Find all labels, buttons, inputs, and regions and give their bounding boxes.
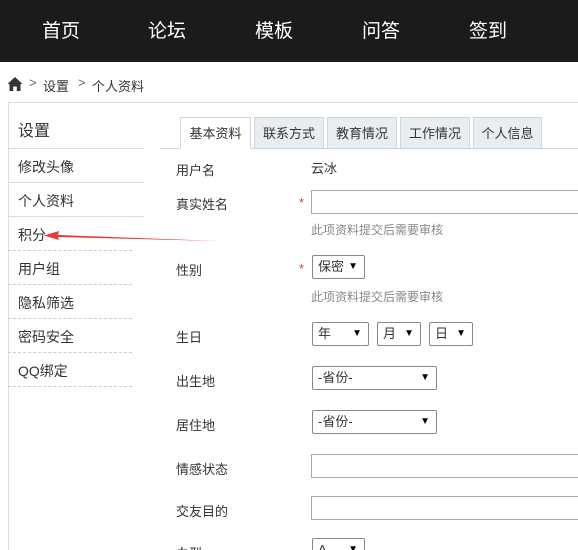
- nav-qa[interactable]: 问答: [362, 0, 400, 62]
- blood-type-label: 血型: [176, 543, 202, 550]
- sidebar-item-avatar[interactable]: 修改头像: [18, 157, 74, 177]
- gender-label: 性别: [176, 263, 203, 278]
- sidebar-divider: [8, 182, 144, 183]
- birthday-label: 生日: [176, 330, 203, 345]
- nav-forum[interactable]: 论坛: [148, 0, 186, 62]
- annotation-arrow: [44, 231, 218, 241]
- chevron-down-icon: ▼: [456, 328, 466, 339]
- residence-province-select[interactable]: -省份- ▼: [312, 410, 437, 434]
- chevron-down-icon: ▼: [404, 328, 414, 339]
- relationship-input[interactable]: [311, 454, 578, 478]
- relationship-label: 情感状态: [176, 462, 229, 477]
- chevron-down-icon: ▼: [420, 372, 430, 383]
- home-icon[interactable]: [7, 76, 23, 92]
- required-mark: *: [299, 261, 305, 276]
- realname-input[interactable]: [311, 190, 578, 214]
- breadcrumb-separator: >: [78, 75, 86, 90]
- residence-label: 居住地: [176, 418, 216, 433]
- birth-month-select[interactable]: 月 ▼: [377, 322, 421, 346]
- sidebar-divider: [8, 352, 132, 353]
- breadcrumb-settings[interactable]: 设置: [43, 76, 69, 95]
- birth-day-select[interactable]: 日 ▼: [429, 322, 473, 346]
- chevron-down-icon: ▼: [348, 544, 358, 550]
- sidebar-divider: [8, 386, 132, 387]
- sidebar-title: 设置: [18, 123, 51, 140]
- sidebar-item-points[interactable]: 积分: [18, 225, 46, 245]
- purpose-input[interactable]: [311, 496, 578, 520]
- sidebar-divider: [8, 284, 132, 285]
- content-frame: [8, 102, 578, 550]
- sidebar-item-password[interactable]: 密码安全: [18, 327, 74, 347]
- tab-contact[interactable]: 联系方式: [254, 117, 324, 149]
- chevron-down-icon: ▼: [352, 328, 362, 339]
- birth-year-select[interactable]: 年 ▼: [312, 322, 369, 346]
- birthplace-label: 出生地: [176, 374, 216, 389]
- sidebar-item-qq[interactable]: QQ绑定: [18, 361, 68, 381]
- sidebar-item-privacy[interactable]: 隐私筛选: [18, 293, 74, 313]
- breadcrumb-profile[interactable]: 个人资料: [92, 76, 144, 95]
- required-mark: *: [299, 195, 305, 210]
- blood-type-select[interactable]: A ▼: [312, 538, 365, 550]
- username-value: 云冰: [311, 161, 338, 176]
- birthplace-province-select[interactable]: -省份- ▼: [312, 366, 437, 390]
- nav-templates[interactable]: 模板: [255, 0, 293, 62]
- realname-label: 真实姓名: [176, 197, 229, 212]
- tab-basic-info[interactable]: 基本资料: [180, 117, 251, 149]
- gender-hint: 此项资料提交后需要审核: [311, 290, 444, 304]
- sidebar-divider: [8, 250, 132, 251]
- sidebar-item-profile[interactable]: 个人资料: [18, 191, 74, 211]
- sidebar-divider: [8, 318, 132, 319]
- sidebar-divider: [8, 148, 144, 149]
- breadcrumb-separator: >: [29, 75, 37, 90]
- sidebar-divider: [8, 216, 144, 217]
- breadcrumb: > 设置 > 个人资料: [0, 62, 578, 102]
- tab-work[interactable]: 工作情况: [400, 117, 470, 149]
- nav-checkin[interactable]: 签到: [469, 0, 507, 62]
- top-navigation: 首页 论坛 模板 问答 签到: [0, 0, 578, 62]
- username-label: 用户名: [176, 163, 216, 178]
- tab-education[interactable]: 教育情况: [327, 117, 397, 149]
- chevron-down-icon: ▼: [420, 416, 430, 427]
- sidebar-item-usergroup[interactable]: 用户组: [18, 259, 60, 279]
- purpose-label: 交友目的: [176, 504, 229, 519]
- tab-personal[interactable]: 个人信息: [473, 117, 542, 149]
- realname-hint: 此项资料提交后需要审核: [311, 223, 444, 237]
- chevron-down-icon: ▼: [348, 261, 358, 272]
- gender-select[interactable]: 保密 ▼: [312, 255, 365, 279]
- nav-home[interactable]: 首页: [42, 0, 80, 62]
